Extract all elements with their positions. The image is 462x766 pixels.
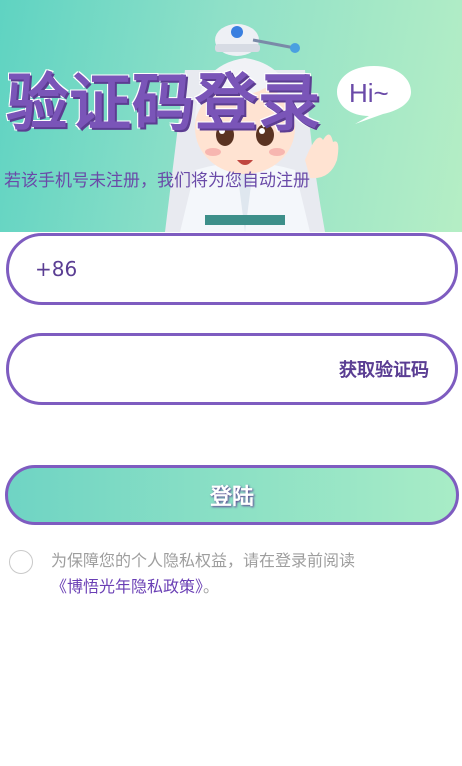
login-button[interactable]: 登陆 <box>5 465 459 525</box>
get-code-button[interactable]: 获取验证码 <box>339 356 429 382</box>
hero-banner: Hi~ 验证码登录 若该手机号未注册，我们将为您自动注册 <box>0 0 462 232</box>
phone-field[interactable]: +86 <box>6 233 458 305</box>
bubble-text: Hi~ <box>349 78 389 108</box>
verification-code-field[interactable]: 获取验证码 <box>6 333 458 405</box>
agreement-suffix: 。 <box>203 577 220 596</box>
verification-code-input[interactable] <box>35 349 339 389</box>
page-title: 验证码登录 <box>6 66 322 139</box>
agreement-radio[interactable] <box>9 550 33 574</box>
country-code-prefix[interactable]: +86 <box>35 257 77 281</box>
privacy-policy-link[interactable]: 《博悟光年隐私政策》 <box>51 577 203 596</box>
agreement-prefix: 为保障您的个人隐私权益，请在登录前阅读 <box>51 551 356 570</box>
phone-input[interactable] <box>91 249 455 289</box>
page-subtitle: 若该手机号未注册，我们将为您自动注册 <box>4 171 310 191</box>
agreement-text: 为保障您的个人隐私权益，请在登录前阅读 《博悟光年隐私政策》。 <box>51 548 451 600</box>
